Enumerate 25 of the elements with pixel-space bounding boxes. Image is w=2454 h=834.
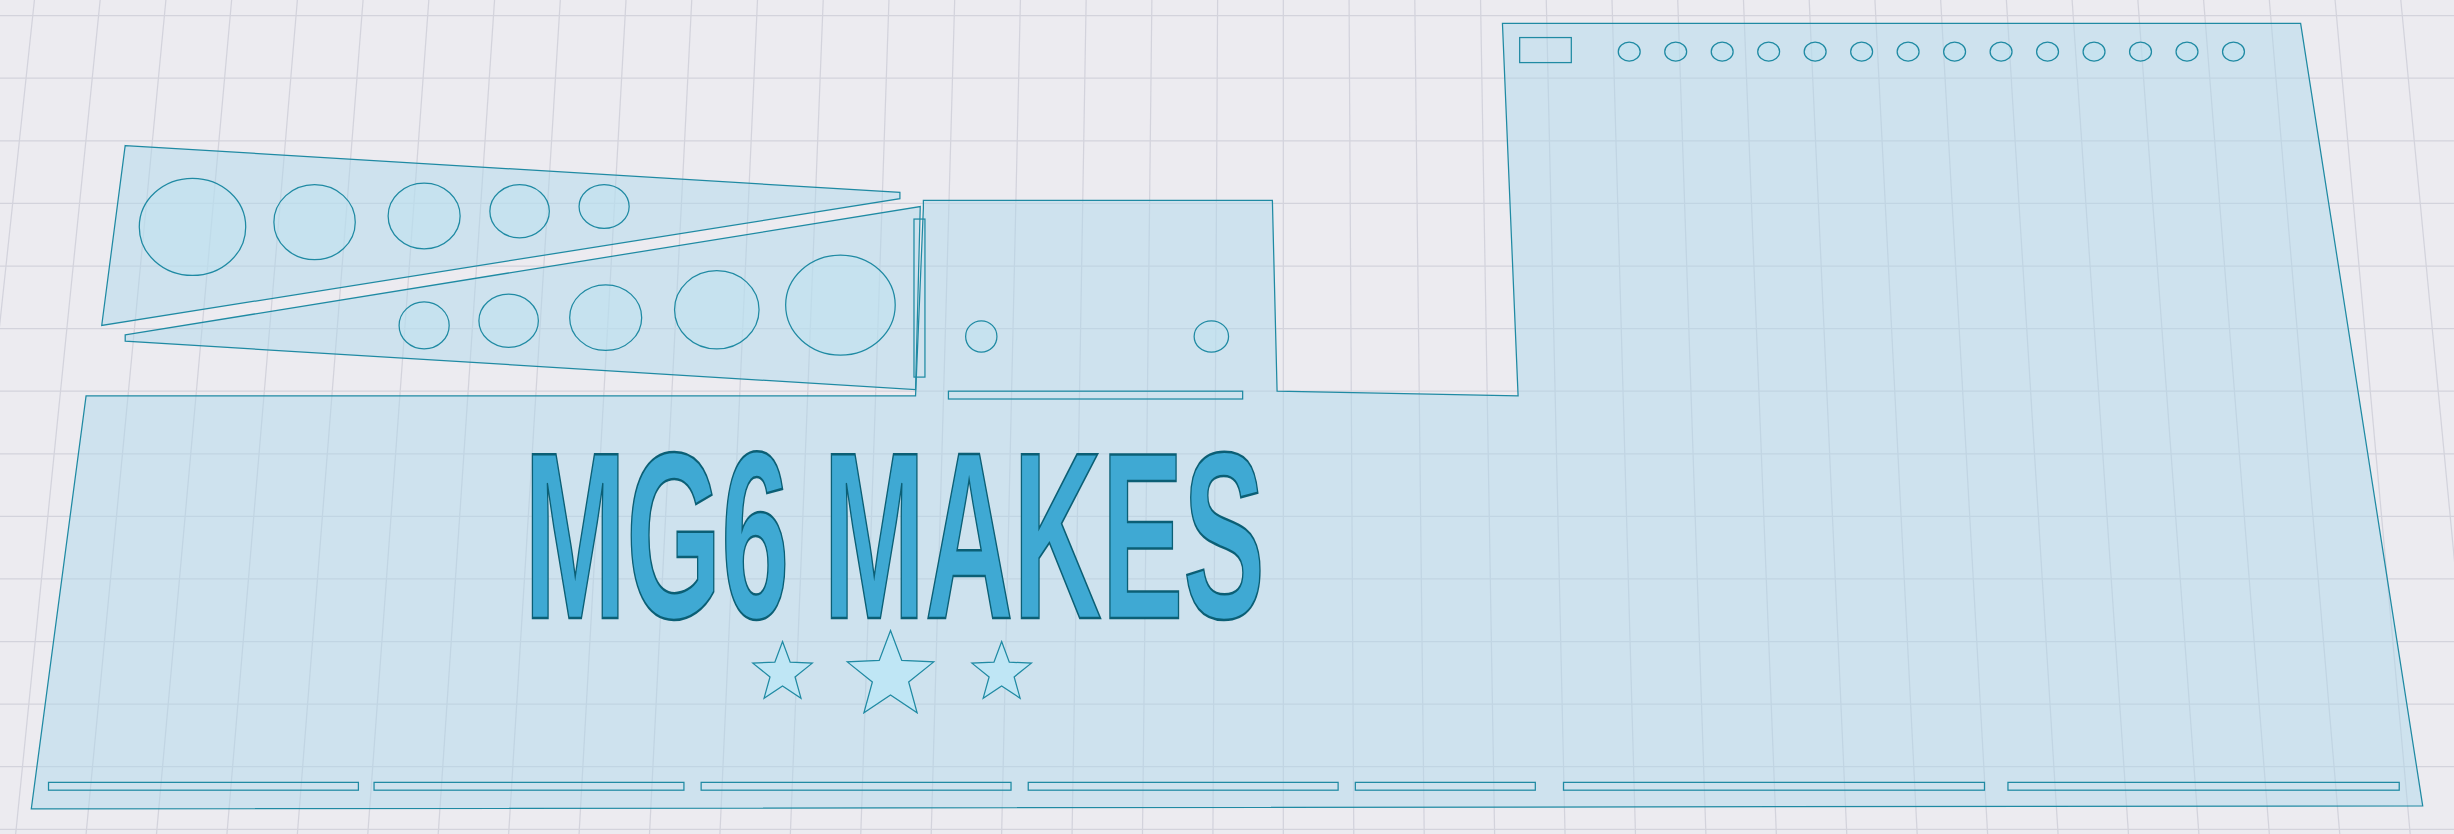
hole — [1850, 41, 1874, 62]
hole — [1943, 41, 1967, 62]
hole — [2128, 41, 2153, 62]
hole — [1803, 41, 1827, 62]
hole — [1617, 41, 1641, 62]
hole — [1710, 41, 1734, 62]
hole — [1896, 41, 1920, 62]
star-icon — [751, 639, 814, 700]
hole — [965, 320, 998, 353]
hole — [1664, 41, 1688, 62]
hole — [398, 301, 450, 350]
hole — [2175, 41, 2199, 62]
hole — [2035, 41, 2060, 62]
star-icon — [970, 639, 1034, 700]
hole — [2082, 41, 2106, 62]
star-icon — [845, 628, 936, 715]
hole — [578, 184, 630, 230]
hole — [1193, 320, 1230, 353]
slot — [1519, 36, 1572, 64]
hole — [2221, 41, 2246, 62]
engraved-text: MG6 MAKES — [524, 403, 1265, 669]
hole — [489, 184, 550, 239]
hole — [478, 293, 539, 348]
hole — [1757, 41, 1781, 62]
hole — [1989, 41, 2013, 62]
